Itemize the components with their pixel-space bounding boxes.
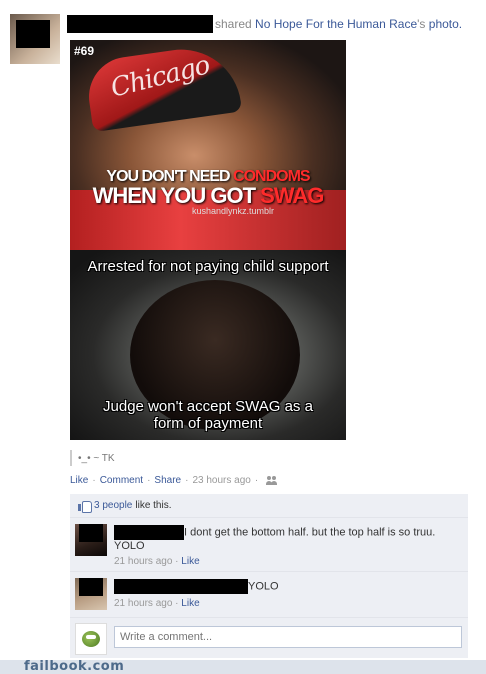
viewer-avatar bbox=[75, 623, 107, 655]
avatar-graphic bbox=[82, 631, 100, 647]
site-brand[interactable]: failbook.com bbox=[24, 659, 124, 674]
redaction-bar bbox=[79, 578, 103, 596]
comment-input[interactable] bbox=[114, 626, 462, 648]
comment-text: YOLO bbox=[114, 579, 279, 594]
likers-link[interactable]: 3 people bbox=[94, 500, 132, 511]
photo-description: •_• ~ TK bbox=[70, 450, 115, 466]
commenter-avatar[interactable] bbox=[75, 578, 107, 610]
shared-photo[interactable]: Chicago #69 YOU DON'T NEED CONDOMS WHEN … bbox=[70, 40, 346, 440]
comment-link[interactable]: Comment bbox=[100, 475, 143, 486]
commenter-name-redacted[interactable] bbox=[114, 579, 248, 594]
footer-bar: failbook.com bbox=[0, 659, 486, 674]
avatar-eyes bbox=[86, 635, 96, 639]
commenter-avatar[interactable] bbox=[75, 524, 107, 556]
photo-top-panel: Chicago #69 YOU DON'T NEED CONDOMS WHEN … bbox=[70, 40, 346, 250]
share-link[interactable]: Share bbox=[154, 475, 181, 486]
comment-time[interactable]: 21 hours ago bbox=[114, 598, 172, 609]
audience-icon[interactable] bbox=[266, 476, 277, 485]
photo-watermark: kushandlynkz.tumblr bbox=[191, 206, 275, 216]
story-header: shared No Hope For the Human Race's phot… bbox=[67, 14, 482, 34]
thumbs-up-icon bbox=[78, 500, 92, 513]
comment-item: I dont get the bottom half. but the top … bbox=[70, 518, 468, 572]
likes-suffix: like this. bbox=[135, 500, 172, 511]
comment-area: 3 people like this. I dont get the botto… bbox=[70, 494, 468, 658]
comment-meta: 21 hours ago · Like bbox=[114, 598, 200, 609]
story-actions: Like · Comment · Share · 23 hours ago · bbox=[70, 475, 277, 486]
comment-composer bbox=[70, 618, 468, 658]
comment-text-line2: YOLO bbox=[114, 540, 145, 552]
comment-like-link[interactable]: Like bbox=[181, 556, 199, 567]
redaction-bar bbox=[79, 524, 103, 542]
comment-like-link[interactable]: Like bbox=[181, 598, 199, 609]
redaction-bar bbox=[16, 20, 50, 48]
timestamp[interactable]: 23 hours ago bbox=[192, 475, 250, 486]
story-action: shared bbox=[215, 17, 252, 31]
comment-time[interactable]: 21 hours ago bbox=[114, 556, 172, 567]
photo-number-tag: #69 bbox=[74, 44, 95, 58]
photo-bottom-panel: Arrested for not paying child support Ju… bbox=[70, 250, 346, 440]
possessive: 's bbox=[417, 17, 426, 31]
page-name-link[interactable]: No Hope For the Human Race bbox=[255, 17, 417, 31]
likes-row: 3 people like this. bbox=[70, 494, 468, 518]
comment-meta: 21 hours ago · Like bbox=[114, 556, 200, 567]
comment-item: YOLO 21 hours ago · Like bbox=[70, 572, 468, 618]
commenter-name-redacted[interactable] bbox=[114, 525, 184, 540]
like-link[interactable]: Like bbox=[70, 475, 88, 486]
poster-avatar[interactable] bbox=[10, 14, 60, 64]
photo-caption-arrested: Arrested for not paying child support bbox=[87, 258, 329, 275]
comment-text: I dont get the bottom half. but the top … bbox=[114, 525, 435, 540]
photo-link[interactable]: photo. bbox=[429, 17, 462, 31]
poster-name-redacted[interactable] bbox=[67, 15, 213, 33]
photo-caption-judge: Judge won't accept SWAG as a form of pay… bbox=[103, 398, 313, 432]
